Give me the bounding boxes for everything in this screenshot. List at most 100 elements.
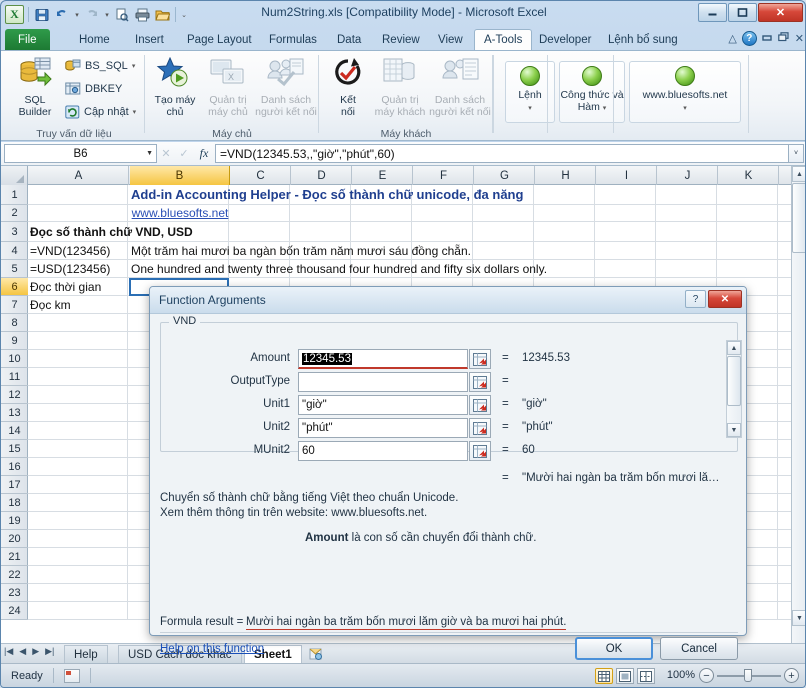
workbook-restore-icon[interactable] [778, 32, 790, 45]
bluesofts-caret-icon[interactable]: ▾ [683, 105, 687, 112]
argument-input-unit2[interactable]: "phút" [298, 418, 468, 438]
ket-noi-button[interactable]: Kết nối [325, 57, 371, 118]
name-box[interactable]: B6 ▼ [4, 144, 157, 163]
cell-A5[interactable]: =USD(123456) [28, 260, 110, 277]
tab-home[interactable]: Home [70, 29, 119, 50]
cap-nhat-button[interactable]: Cập nhật ▾ [65, 105, 136, 119]
help-icon[interactable]: ? [742, 31, 757, 46]
first-sheet-icon[interactable]: |◀ [4, 646, 13, 657]
sql-builder-button[interactable]: SQL Builder [7, 57, 63, 118]
collapse-dialog-button-unit2[interactable] [469, 418, 491, 438]
cancel-formula-icon[interactable]: ✕ [157, 147, 175, 160]
tab-review[interactable]: Review [373, 29, 429, 50]
argument-input-unit1[interactable]: "giờ" [298, 395, 468, 415]
prev-sheet-icon[interactable]: ◀ [19, 646, 26, 657]
row-header-23[interactable]: 23 [1, 584, 28, 602]
minimize-button[interactable] [698, 3, 727, 22]
collapse-dialog-button-amount[interactable] [469, 349, 491, 369]
scroll-up-button[interactable]: ▲ [792, 166, 806, 182]
tab-developer[interactable]: Developer [530, 29, 600, 50]
tab-file[interactable]: File [5, 29, 50, 50]
column-header-d[interactable]: D [292, 166, 352, 185]
row-header-18[interactable]: 18 [1, 494, 28, 512]
args-scroll-up-button[interactable]: ▲ [727, 341, 741, 355]
row-header-1[interactable]: 1 [1, 185, 28, 205]
tab-view[interactable]: View [429, 29, 472, 50]
tao-may-chu-button[interactable]: Tạo máy chủ [149, 57, 201, 118]
quan-tri-may-chu-button[interactable]: X Quản trị máy chủ [201, 57, 255, 118]
column-header-e[interactable]: E [353, 166, 413, 185]
name-box-dropdown-icon[interactable]: ▼ [146, 150, 153, 157]
dialog-help-button[interactable]: ? [685, 290, 706, 308]
tab-formulas[interactable]: Formulas [260, 29, 326, 50]
scroll-thumb[interactable] [792, 183, 806, 253]
cell-A3[interactable]: Đọc số thành chữ VND, USD [28, 222, 193, 241]
scroll-down-button[interactable]: ▼ [792, 610, 806, 626]
record-macro-icon[interactable] [64, 669, 80, 683]
row-header-24[interactable]: 24 [1, 602, 28, 620]
row-header-14[interactable]: 14 [1, 422, 28, 440]
minimize-ribbon-icon[interactable]: △ [728, 32, 736, 45]
row-header-10[interactable]: 10 [1, 350, 28, 368]
insert-sheet-icon[interactable] [308, 647, 323, 664]
column-header-c[interactable]: C [231, 166, 291, 185]
grid-vertical-scrollbar[interactable]: ▲ ▼ [791, 166, 806, 643]
row-header-11[interactable]: 11 [1, 368, 28, 386]
tab-a-tools[interactable]: A-Tools [474, 29, 532, 50]
cong-thuc-caret-icon[interactable]: ▾ [603, 105, 607, 112]
zoom-slider[interactable]: − + [699, 668, 799, 684]
zoom-out-button[interactable]: − [699, 668, 714, 683]
argument-input-munit2[interactable]: 60 [298, 441, 468, 461]
formula-input[interactable]: =VND(12345.53,,"giờ","phút",60) [215, 144, 788, 163]
row-header-7[interactable]: 7 [1, 296, 28, 314]
row-header-22[interactable]: 22 [1, 566, 28, 584]
row-header-13[interactable]: 13 [1, 404, 28, 422]
row-header-6[interactable]: 6 [1, 278, 28, 296]
quan-tri-may-khach-button[interactable]: Quản trị máy khách [371, 57, 429, 118]
tab-insert[interactable]: Insert [126, 29, 173, 50]
expand-formula-bar-icon[interactable]: ˅ [788, 144, 804, 163]
row-header-21[interactable]: 21 [1, 548, 28, 566]
row-header-2[interactable]: 2 [1, 205, 28, 222]
ok-button[interactable]: OK [575, 637, 653, 660]
tab-page-layout[interactable]: Page Layout [178, 29, 261, 50]
enter-formula-icon[interactable]: ✓ [175, 147, 193, 160]
argument-input-outputtype[interactable] [298, 372, 468, 392]
cell-B4[interactable]: Một trăm hai mươi ba ngàn bốn trăm năm m… [129, 242, 471, 259]
collapse-dialog-button-outputtype[interactable] [469, 372, 491, 392]
dialog-title-bar[interactable]: Function Arguments ? ✕ [150, 287, 746, 314]
column-header-j[interactable]: J [658, 166, 718, 185]
row-header-8[interactable]: 8 [1, 314, 28, 332]
workbook-close-icon[interactable]: ✕ [795, 32, 804, 45]
bs-sql-button[interactable]: BS_SQL ▾ [65, 59, 135, 73]
zoom-thumb[interactable] [744, 669, 752, 682]
column-header-i[interactable]: I [597, 166, 657, 185]
cell-B1[interactable]: Add-in Accounting Helper - Đọc số thành … [129, 185, 523, 204]
zoom-level-label[interactable]: 100% [667, 669, 695, 681]
arguments-scrollbar[interactable]: ▲ ▼ [726, 340, 742, 438]
column-header-k[interactable]: K [719, 166, 779, 185]
tab-data[interactable]: Data [328, 29, 370, 50]
collapse-dialog-button-unit1[interactable] [469, 395, 491, 415]
lenh-caret-icon[interactable]: ▾ [528, 105, 532, 112]
next-sheet-icon[interactable]: ▶ [32, 646, 39, 657]
cell-B2[interactable]: www.bluesofts.net [129, 205, 229, 221]
bs-sql-caret-icon[interactable]: ▾ [132, 62, 136, 70]
cell-A4[interactable]: =VND(123456) [28, 242, 110, 259]
args-scroll-thumb[interactable] [727, 356, 741, 406]
danh-sach-nguoi-ket-noi-client-button[interactable]: Danh sách người kết nối [429, 57, 491, 118]
cell-A7[interactable]: Đọc km [28, 296, 71, 313]
sheet-tab-help[interactable]: Help [64, 645, 108, 663]
row-header-5[interactable]: 5 [1, 260, 28, 278]
collapse-dialog-button-munit2[interactable] [469, 441, 491, 461]
args-scroll-down-button[interactable]: ▼ [727, 423, 741, 437]
workbook-minimize-icon[interactable] [762, 33, 773, 45]
row-header-20[interactable]: 20 [1, 530, 28, 548]
danh-sach-nguoi-ket-noi-button[interactable]: Danh sách người kết nối [255, 57, 317, 118]
normal-view-button[interactable] [595, 668, 613, 684]
cancel-button[interactable]: Cancel [660, 637, 738, 660]
bluesofts-website-button[interactable]: www.bluesofts.net ▾ [629, 61, 741, 123]
column-header-g[interactable]: G [475, 166, 535, 185]
dbkey-button[interactable]: DBKEY [65, 82, 122, 96]
dialog-close-button[interactable]: ✕ [708, 290, 742, 308]
